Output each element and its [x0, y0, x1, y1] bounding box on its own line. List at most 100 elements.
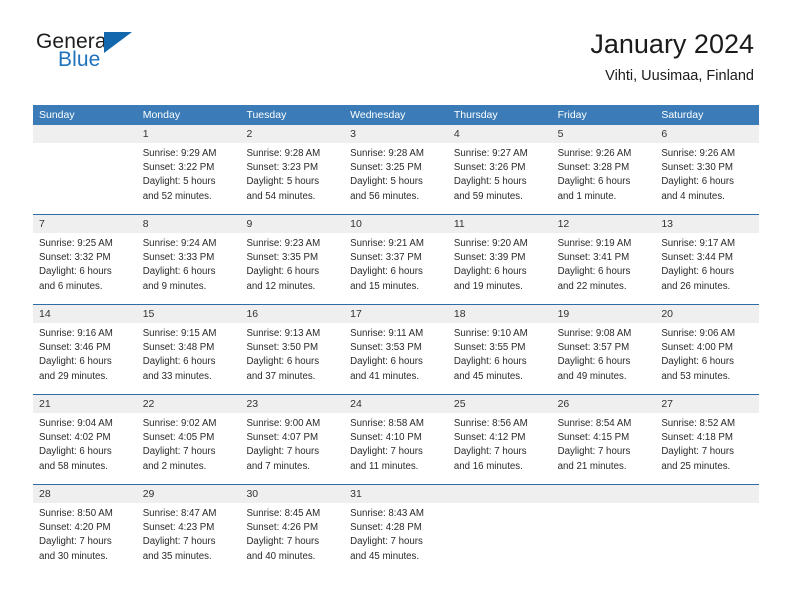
day-cell-11[interactable]: 11 Sunrise: 9:20 AM Sunset: 3:39 PM Dayligh… [447, 215, 552, 304]
daylight-hours: Daylight: 5 hours [142, 176, 216, 188]
sunset-time: Sunset: 4:12 PM [453, 432, 526, 444]
daylight-minutes: and 29 minutes. [39, 370, 108, 382]
day-number: 1 [142, 128, 149, 140]
day-details: Sunrise: 9:24 AM Sunset: 3:33 PM Daylight:… [137, 233, 241, 294]
day-cell-18[interactable]: 18 Sunrise: 9:10 AM Sunset: 3:55 PM Dayligh… [447, 305, 552, 394]
sunset-time: Sunset: 3:35 PM [246, 252, 319, 264]
day-details: Sunrise: 9:00 AM Sunset: 4:07 PM Daylight:… [240, 413, 344, 474]
day-cell-3[interactable]: 3 Sunrise: 9:28 AM Sunset: 3:25 PM Daylight… [344, 125, 448, 214]
day-cell-19[interactable]: 19 Sunrise: 9:08 AM Sunset: 3:57 PM Dayligh… [551, 305, 656, 394]
daylight-minutes: and 45 minutes. [453, 370, 523, 382]
day-cell-28[interactable]: 28 Sunrise: 8:50 AM Sunset: 4:20 PM Dayligh… [33, 485, 137, 575]
sunrise-time: Sunrise: 9:04 AM [39, 418, 113, 429]
day-cell-17[interactable]: 17 Sunrise: 9:11 AM Sunset: 3:53 PM Dayligh… [344, 305, 448, 394]
day-details: Sunrise: 8:47 AM Sunset: 4:23 PM Daylight:… [137, 503, 241, 564]
sunrise-time: Sunrise: 9:20 AM [453, 238, 528, 249]
day-number: 11 [453, 218, 465, 230]
day-cell-24[interactable]: 24 Sunrise: 8:58 AM Sunset: 4:10 PM Dayligh… [344, 395, 448, 484]
day-cell-20[interactable]: 20 Sunrise: 9:06 AM Sunset: 4:00 PM Dayligh… [655, 305, 760, 394]
daylight-hours: Daylight: 7 hours [453, 446, 527, 458]
sunrise-time: Sunrise: 8:56 AM [453, 418, 528, 429]
day-details: Sunrise: 9:28 AM Sunset: 3:25 PM Daylight:… [344, 143, 448, 204]
daylight-hours: Daylight: 7 hours [661, 446, 735, 458]
sunset-time: Sunset: 4:02 PM [39, 432, 111, 444]
day-cell-6[interactable]: 6 Sunrise: 9:26 AM Sunset: 3:30 PM Daylight… [655, 125, 760, 214]
day-number: 2 [246, 128, 253, 140]
sunset-time: Sunset: 4:07 PM [246, 432, 319, 444]
day-cell-4[interactable]: 4 Sunrise: 9:27 AM Sunset: 3:26 PM Daylight… [447, 125, 552, 214]
daylight-hours: Daylight: 6 hours [661, 266, 735, 278]
day-cell-26[interactable]: 26 Sunrise: 8:54 AM Sunset: 4:15 PM Dayligh… [551, 395, 656, 484]
sunset-time: Sunset: 3:46 PM [39, 342, 111, 354]
day-number-band: 15 [136, 305, 241, 323]
day-number-band: 6 [655, 125, 760, 143]
day-details: Sunrise: 8:54 AM Sunset: 4:15 PM Daylight:… [552, 413, 656, 474]
day-cell-29[interactable]: 29 Sunrise: 8:47 AM Sunset: 4:23 PM Dayligh… [136, 485, 241, 575]
day-cell-25[interactable]: 25 Sunrise: 8:56 AM Sunset: 4:12 PM Dayligh… [447, 395, 552, 484]
day-number: 9 [246, 218, 253, 230]
day-cell-8[interactable]: 8 Sunrise: 9:24 AM Sunset: 3:33 PM Daylight… [136, 215, 241, 304]
day-cell-15[interactable]: 15 Sunrise: 9:15 AM Sunset: 3:48 PM Dayligh… [136, 305, 241, 394]
daylight-minutes: and 25 minutes. [661, 460, 731, 472]
day-details: Sunrise: 8:58 AM Sunset: 4:10 PM Daylight:… [344, 413, 448, 474]
sunrise-time: Sunrise: 8:54 AM [557, 418, 632, 429]
day-cell-7[interactable]: 7 Sunrise: 9:25 AM Sunset: 3:32 PM Daylight… [33, 215, 137, 304]
day-cell-empty [33, 125, 137, 214]
daylight-minutes: and 53 minutes. [661, 370, 731, 382]
day-cell-21[interactable]: 21 Sunrise: 9:04 AM Sunset: 4:02 PM Dayligh… [33, 395, 137, 484]
daylight-hours: Daylight: 6 hours [453, 266, 527, 278]
daylight-hours: Daylight: 6 hours [557, 176, 631, 188]
day-number: 13 [661, 218, 673, 230]
daylight-hours: Daylight: 6 hours [453, 356, 527, 368]
calendar-weeks: 1 Sunrise: 9:29 AM Sunset: 3:22 PM Daylight… [33, 125, 760, 575]
calendar-week-row: 21 Sunrise: 9:04 AM Sunset: 4:02 PM Dayligh… [33, 394, 760, 484]
sunrise-time: Sunrise: 9:16 AM [39, 328, 113, 339]
day-number-band: 24 [344, 395, 448, 413]
sunrise-time: Sunrise: 8:43 AM [350, 508, 424, 519]
day-cell-13[interactable]: 13 Sunrise: 9:17 AM Sunset: 3:44 PM Dayligh… [655, 215, 760, 304]
day-details: Sunrise: 8:45 AM Sunset: 4:26 PM Daylight:… [240, 503, 344, 564]
sunrise-time: Sunrise: 9:21 AM [350, 238, 424, 249]
daylight-hours: Daylight: 7 hours [246, 446, 320, 458]
calendar-week-row: 28 Sunrise: 8:50 AM Sunset: 4:20 PM Dayligh… [33, 484, 760, 575]
sunrise-time: Sunrise: 9:28 AM [246, 148, 321, 159]
day-cell-22[interactable]: 22 Sunrise: 9:02 AM Sunset: 4:05 PM Dayligh… [136, 395, 241, 484]
day-details: Sunrise: 9:06 AM Sunset: 4:00 PM Daylight:… [655, 323, 759, 384]
general-blue-logo[interactable]: General Blue [36, 31, 246, 79]
day-details: Sunrise: 9:28 AM Sunset: 3:23 PM Daylight:… [240, 143, 344, 204]
day-cell-5[interactable]: 5 Sunrise: 9:26 AM Sunset: 3:28 PM Daylight… [551, 125, 656, 214]
daylight-minutes: and 12 minutes. [246, 280, 316, 292]
day-number: 30 [246, 488, 259, 500]
day-number: 22 [142, 398, 155, 410]
day-number-band: 31 [344, 485, 448, 503]
sunset-time: Sunset: 3:57 PM [557, 342, 630, 354]
day-cell-10[interactable]: 10 Sunrise: 9:21 AM Sunset: 3:37 PM Dayligh… [344, 215, 448, 304]
day-number: 20 [661, 308, 673, 320]
day-number: 8 [142, 218, 149, 230]
day-details: Sunrise: 9:21 AM Sunset: 3:37 PM Daylight:… [344, 233, 448, 294]
day-cell-30[interactable]: 30 Sunrise: 8:45 AM Sunset: 4:26 PM Dayligh… [240, 485, 345, 575]
sunrise-time: Sunrise: 9:00 AM [246, 418, 321, 429]
day-cell-31[interactable]: 31 Sunrise: 8:43 AM Sunset: 4:28 PM Dayligh… [344, 485, 448, 575]
day-cell-23[interactable]: 23 Sunrise: 9:00 AM Sunset: 4:07 PM Dayligh… [240, 395, 345, 484]
day-cell-12[interactable]: 12 Sunrise: 9:19 AM Sunset: 3:41 PM Dayligh… [551, 215, 656, 304]
day-number: 10 [350, 218, 362, 230]
day-cell-1[interactable]: 1 Sunrise: 9:29 AM Sunset: 3:22 PM Daylight… [136, 125, 241, 214]
day-cell-14[interactable]: 14 Sunrise: 9:16 AM Sunset: 3:46 PM Dayligh… [33, 305, 137, 394]
day-cell-9[interactable]: 9 Sunrise: 9:23 AM Sunset: 3:35 PM Daylight… [240, 215, 345, 304]
daylight-hours: Daylight: 5 hours [453, 176, 527, 188]
day-cell-27[interactable]: 27 Sunrise: 8:52 AM Sunset: 4:18 PM Dayligh… [655, 395, 760, 484]
sunrise-time: Sunrise: 9:08 AM [557, 328, 632, 339]
day-number-band: 10 [344, 215, 448, 233]
day-details: Sunrise: 9:04 AM Sunset: 4:02 PM Daylight:… [33, 413, 137, 474]
day-number-band: 8 [136, 215, 241, 233]
day-cell-16[interactable]: 16 Sunrise: 9:13 AM Sunset: 3:50 PM Dayligh… [240, 305, 345, 394]
logo-text-blue: Blue [58, 48, 101, 71]
day-number-band: 27 [655, 395, 760, 413]
day-cell-2[interactable]: 2 Sunrise: 9:28 AM Sunset: 3:23 PM Daylight… [240, 125, 345, 214]
day-number-band: 25 [447, 395, 552, 413]
sunrise-time: Sunrise: 9:19 AM [557, 238, 632, 249]
day-number: 21 [39, 398, 51, 410]
weekday-header-monday: Monday [142, 109, 181, 121]
day-number-band: 5 [551, 125, 656, 143]
